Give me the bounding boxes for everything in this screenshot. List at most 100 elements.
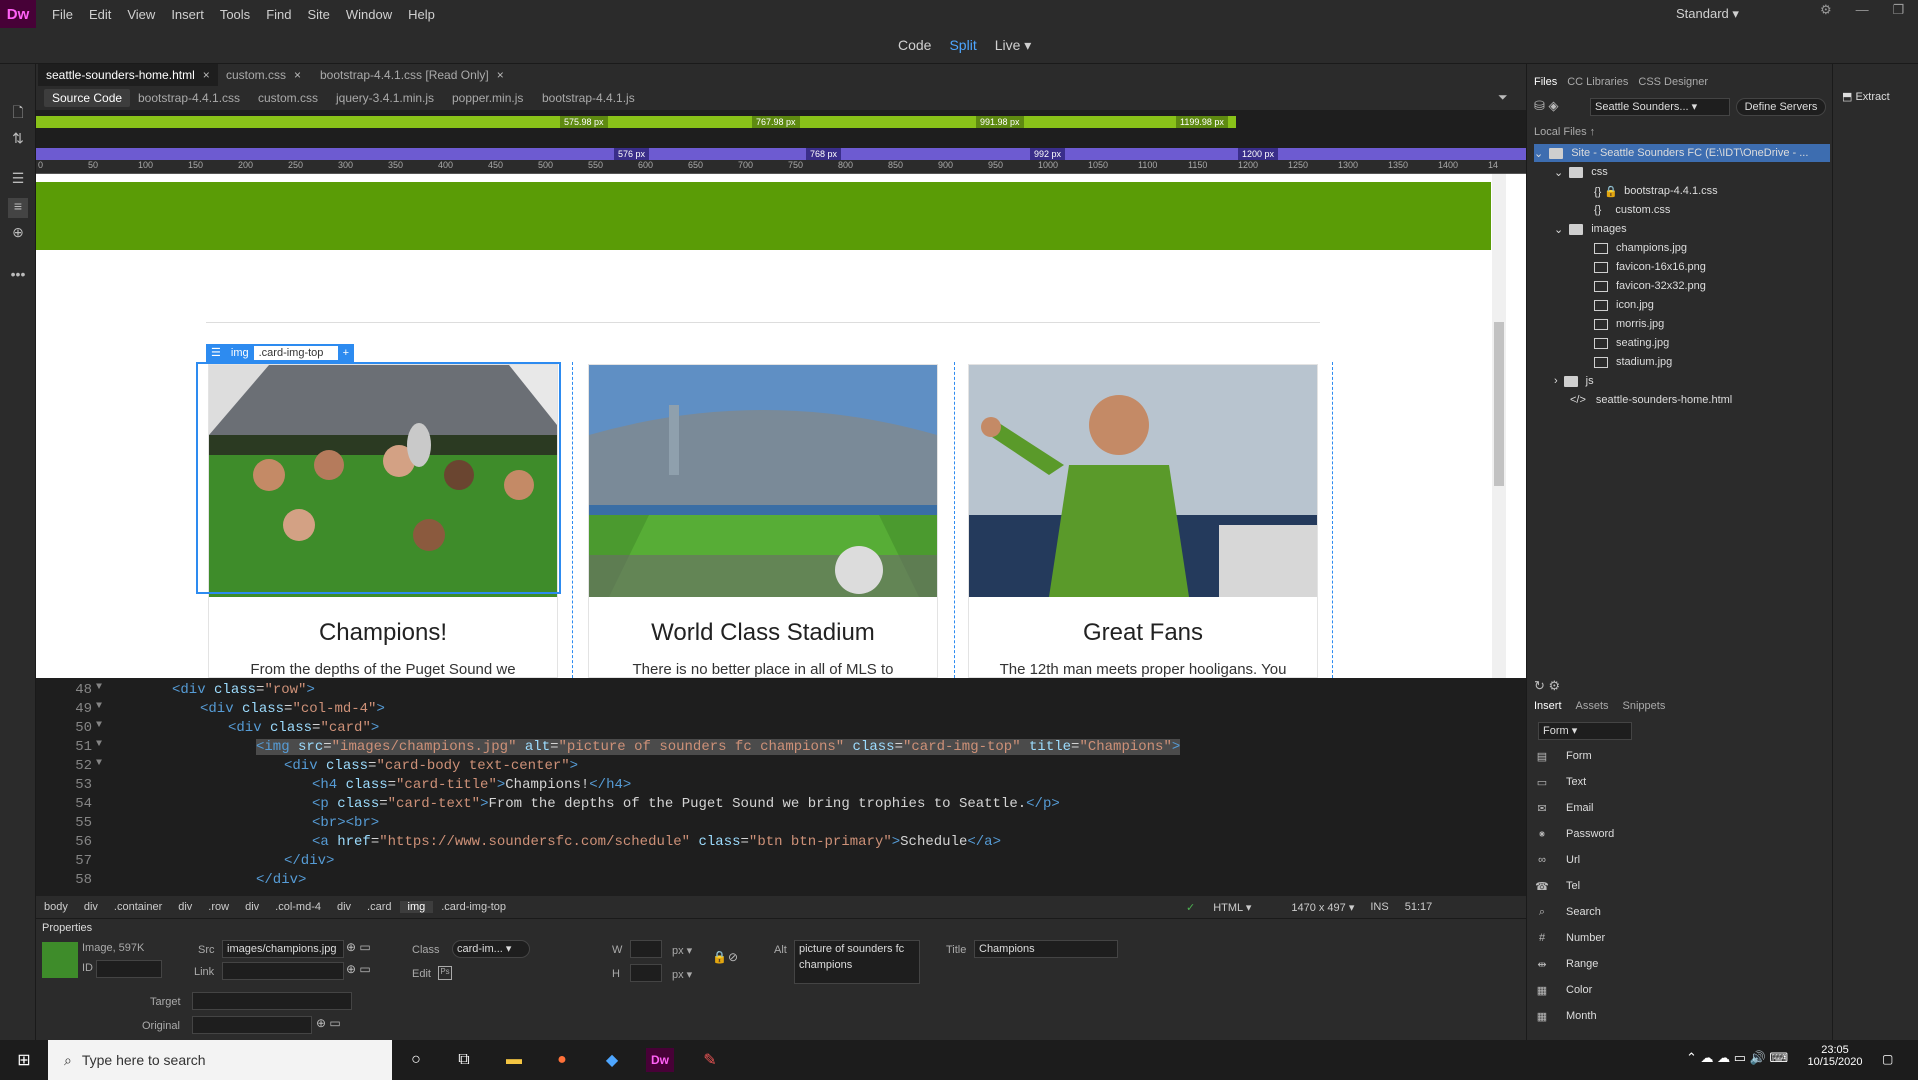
tag-div[interactable]: div	[76, 901, 106, 913]
card-stadium[interactable]: World Class Stadium There is no better p…	[588, 364, 938, 678]
mq-min-576[interactable]: 576 px	[614, 148, 650, 160]
tab-bootstrap-css[interactable]: bootstrap-4.4.1.css [Read Only] ×	[312, 64, 512, 86]
insert-month[interactable]: ▦ Month	[1534, 1006, 1597, 1026]
fold-icon[interactable]: ▼	[96, 739, 102, 750]
minimize-icon[interactable]: —	[1856, 2, 1869, 18]
menu-edit[interactable]: Edit	[81, 7, 119, 22]
tag-col-md-4[interactable]: .col-md-4	[267, 901, 329, 913]
code-view-button[interactable]: Code	[898, 37, 931, 54]
add-class-icon[interactable]: +	[338, 344, 354, 362]
tree-folder-images[interactable]: ⌄ images	[1554, 220, 1627, 238]
code-view[interactable]: 48 ▼ <div class="row"> 49 ▼ <div class="col-…	[36, 680, 1526, 890]
split-view-button[interactable]: Split	[949, 37, 976, 54]
width-field[interactable]	[630, 940, 662, 958]
fold-icon[interactable]: ▼	[96, 682, 102, 693]
class-select[interactable]: card-im... ▾	[452, 940, 530, 958]
folder-icon[interactable]: ⊕ ▭	[346, 940, 371, 954]
refresh-icon[interactable]: ↻ ⚙	[1534, 678, 1560, 694]
file-explorer-icon[interactable]: ▬	[500, 1048, 528, 1072]
original-field[interactable]	[192, 1016, 312, 1034]
tab-insert[interactable]: Insert	[1534, 700, 1562, 718]
insert-range[interactable]: ⇹ Range	[1534, 954, 1598, 974]
target-select[interactable]	[192, 992, 352, 1010]
tree-file-image[interactable]: favicon-16x16.png	[1594, 258, 1706, 276]
tree-file-html[interactable]: </> seattle-sounders-home.html	[1570, 391, 1732, 409]
window-size-select[interactable]: 1470 x 497 ▾	[1291, 901, 1354, 914]
tree-folder-css[interactable]: ⌄ css	[1554, 163, 1608, 181]
live-scroll-thumb[interactable]	[1494, 322, 1504, 486]
tag-body[interactable]: body	[36, 901, 76, 913]
properties-icon[interactable]: ☰	[8, 170, 28, 190]
related-source-code[interactable]: Source Code	[44, 89, 131, 107]
element-display[interactable]: ☰ img .card-img-top +	[206, 344, 355, 362]
mq-max-575[interactable]: 575.98 px	[560, 116, 608, 128]
firefox-icon[interactable]: ●	[548, 1048, 576, 1072]
fold-icon[interactable]: ▼	[96, 701, 102, 712]
insert-text[interactable]: ▭ Text	[1534, 772, 1586, 792]
tab-css-designer[interactable]: CSS Designer	[1638, 76, 1708, 94]
filter-icon[interactable]: ⏷	[1498, 90, 1508, 105]
tab-files[interactable]: Files	[1534, 76, 1557, 94]
tree-file-custom-css[interactable]: {} custom.css	[1594, 201, 1670, 219]
menu-tools[interactable]: Tools	[212, 7, 258, 22]
insert-color[interactable]: ▦ Color	[1534, 980, 1593, 1000]
presenter-icon[interactable]: ✎	[696, 1048, 724, 1072]
dom-icon[interactable]: ≡	[8, 198, 28, 218]
folder-icon[interactable]: ⊕ ▭	[346, 962, 371, 976]
tag-img[interactable]: img	[399, 901, 434, 913]
tree-folder-js[interactable]: › js	[1554, 372, 1594, 390]
menu-insert[interactable]: Insert	[163, 7, 212, 22]
file-icon[interactable]: 🗋	[8, 102, 28, 122]
dreamweaver-icon[interactable]: Dw	[646, 1048, 674, 1072]
fans-image[interactable]	[969, 365, 1317, 597]
insert-password[interactable]: ⁕ Password	[1534, 824, 1614, 844]
fold-icon[interactable]: ▼	[96, 720, 102, 731]
mq-min-768[interactable]: 768 px	[806, 148, 842, 160]
reset-size-icon[interactable]: ⊘	[728, 950, 738, 964]
app-icon[interactable]: ◆	[598, 1048, 626, 1072]
insert-mode[interactable]: INS	[1370, 901, 1388, 913]
define-servers-button[interactable]: Define Servers	[1736, 98, 1826, 116]
mq-min-992[interactable]: 992 px	[1030, 148, 1066, 160]
element-menu-icon[interactable]: ☰	[206, 344, 226, 362]
related-custom-css[interactable]: custom.css	[250, 89, 326, 107]
related-jquery[interactable]: jquery-3.4.1.min.js	[328, 89, 442, 107]
tab-assets[interactable]: Assets	[1576, 700, 1609, 718]
related-bootstrap-css[interactable]: bootstrap-4.4.1.css	[130, 89, 248, 107]
folder-icon[interactable]: ⊕ ▭	[316, 1016, 341, 1030]
mq-min-1200[interactable]: 1200 px	[1238, 148, 1279, 160]
menu-window[interactable]: Window	[338, 7, 400, 22]
fold-icon[interactable]: ▼	[96, 758, 102, 769]
tab-seattle-sounders-home[interactable]: seattle-sounders-home.html ×	[38, 64, 218, 86]
close-tab-icon[interactable]: ×	[294, 68, 301, 82]
min-width-media-query-bar[interactable]	[36, 148, 1526, 160]
task-view-icon[interactable]: ⧉	[450, 1048, 478, 1072]
height-unit[interactable]: px ▾	[672, 968, 692, 981]
tree-file-image[interactable]: favicon-32x32.png	[1594, 277, 1706, 295]
mq-max-767[interactable]: 767.98 px	[752, 116, 800, 128]
insert-number[interactable]: # Number	[1534, 928, 1605, 948]
close-tab-icon[interactable]: ×	[497, 68, 504, 82]
width-unit[interactable]: px ▾	[672, 944, 692, 957]
live-view-button[interactable]: Live ▾	[995, 37, 1032, 54]
tree-file-image[interactable]: stadium.jpg	[1594, 353, 1672, 371]
insert-email[interactable]: ✉ Email	[1534, 798, 1593, 818]
extract-button[interactable]: ⬒ Extract	[1842, 90, 1890, 103]
tag-div[interactable]: div	[170, 901, 200, 913]
related-popper[interactable]: popper.min.js	[444, 89, 531, 107]
mq-max-1199[interactable]: 1199.98 px	[1176, 116, 1228, 128]
close-tab-icon[interactable]: ×	[203, 68, 210, 82]
insert-form[interactable]: ▤ Form	[1534, 746, 1592, 766]
maximize-icon[interactable]: ❐	[1893, 2, 1905, 18]
menu-view[interactable]: View	[119, 7, 163, 22]
tag-container[interactable]: .container	[106, 901, 170, 913]
tag-card-img-top[interactable]: .card-img-top	[433, 901, 514, 913]
menu-find[interactable]: Find	[258, 7, 299, 22]
menu-site[interactable]: Site	[299, 7, 337, 22]
windows-start-icon[interactable]: ⊞	[10, 1048, 38, 1072]
stadium-image[interactable]	[589, 365, 937, 597]
height-field[interactable]	[630, 964, 662, 982]
insert-category-select[interactable]: Form ▾	[1538, 722, 1632, 740]
local-files-header[interactable]: Local Files ↑	[1534, 126, 1595, 138]
tree-file-image[interactable]: seating.jpg	[1594, 334, 1669, 352]
